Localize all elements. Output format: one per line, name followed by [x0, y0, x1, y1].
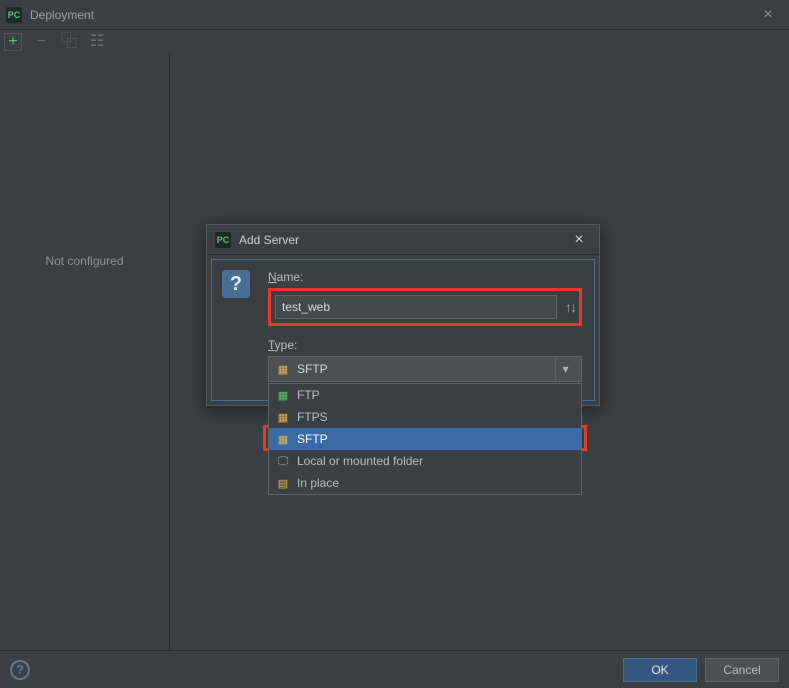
- type-combobox[interactable]: ▦ SFTP ▾ ▦FTP▦FTPS▦SFTP🖵Local or mounted…: [268, 356, 582, 382]
- add-server-dialog: PC Add Server × ? Name: ↑↓ Type: ▦ SFTP …: [206, 224, 600, 406]
- chevron-down-icon[interactable]: ▾: [555, 357, 575, 381]
- paste-button[interactable]: ☷: [88, 33, 106, 51]
- remove-button[interactable]: −: [32, 33, 50, 51]
- bottom-bar: ? OK Cancel: [0, 650, 789, 688]
- window-title: Deployment: [30, 8, 94, 22]
- type-dropdown: ▦ FTP ▦ FTPS ▦ SFTP 🖵 Local or mounted folder ▤ I…: [268, 383, 582, 495]
- window-titlebar: PC Deployment ×: [0, 0, 789, 30]
- type-option-ftps[interactable]: ▦ FTPS: [269, 406, 581, 428]
- dialog-close-button[interactable]: ×: [567, 231, 591, 249]
- type-option-local-or-mounted-folder[interactable]: 🖵 Local or mounted folder: [269, 450, 581, 472]
- dialog-app-icon: PC: [215, 232, 231, 248]
- cancel-button[interactable]: Cancel: [705, 658, 779, 682]
- name-input[interactable]: [275, 295, 557, 319]
- type-option-label: FTPS: [297, 410, 328, 424]
- sort-icon[interactable]: ↑↓: [565, 299, 575, 315]
- sftp-icon: ▦: [275, 361, 291, 377]
- help-button[interactable]: ?: [10, 660, 30, 680]
- type-option-label: In place: [297, 476, 339, 490]
- name-field-highlight: ↑↓: [268, 288, 582, 326]
- app-icon: PC: [6, 7, 22, 23]
- dialog-body: ? Name: ↑↓ Type: ▦ SFTP ▾ ▦FTP▦FTPS▦SFTP…: [211, 259, 595, 401]
- sidebar-empty-label: Not configured: [45, 254, 123, 268]
- type-option-label: SFTP: [297, 432, 328, 446]
- window-close-button[interactable]: ×: [753, 6, 783, 24]
- ftps-icon: ▦: [275, 409, 291, 425]
- local-or-mounted-folder-icon: 🖵: [275, 453, 291, 469]
- add-button[interactable]: +: [4, 33, 22, 51]
- type-option-sftp[interactable]: ▦ SFTP: [269, 428, 581, 450]
- type-label: Type:: [268, 338, 582, 352]
- copy-button[interactable]: ⿻: [60, 33, 78, 51]
- toolbar: + − ⿻ ☷: [0, 30, 789, 54]
- question-icon: ?: [222, 270, 250, 298]
- ok-button[interactable]: OK: [623, 658, 697, 682]
- type-option-ftp[interactable]: ▦ FTP: [269, 384, 581, 406]
- in-place-icon: ▤: [275, 475, 291, 491]
- type-option-label: Local or mounted folder: [297, 454, 423, 468]
- dialog-titlebar: PC Add Server ×: [207, 225, 599, 255]
- type-combobox-display[interactable]: ▦ SFTP ▾: [268, 356, 582, 382]
- type-option-label: FTP: [297, 388, 320, 402]
- server-list-sidebar: Not configured: [0, 54, 170, 650]
- ftp-icon: ▦: [275, 387, 291, 403]
- type-option-in-place[interactable]: ▤ In place: [269, 472, 581, 494]
- dialog-title: Add Server: [239, 233, 299, 247]
- sftp-icon: ▦: [275, 431, 291, 447]
- name-label: Name:: [268, 270, 582, 284]
- type-selected-value: SFTP: [297, 362, 328, 376]
